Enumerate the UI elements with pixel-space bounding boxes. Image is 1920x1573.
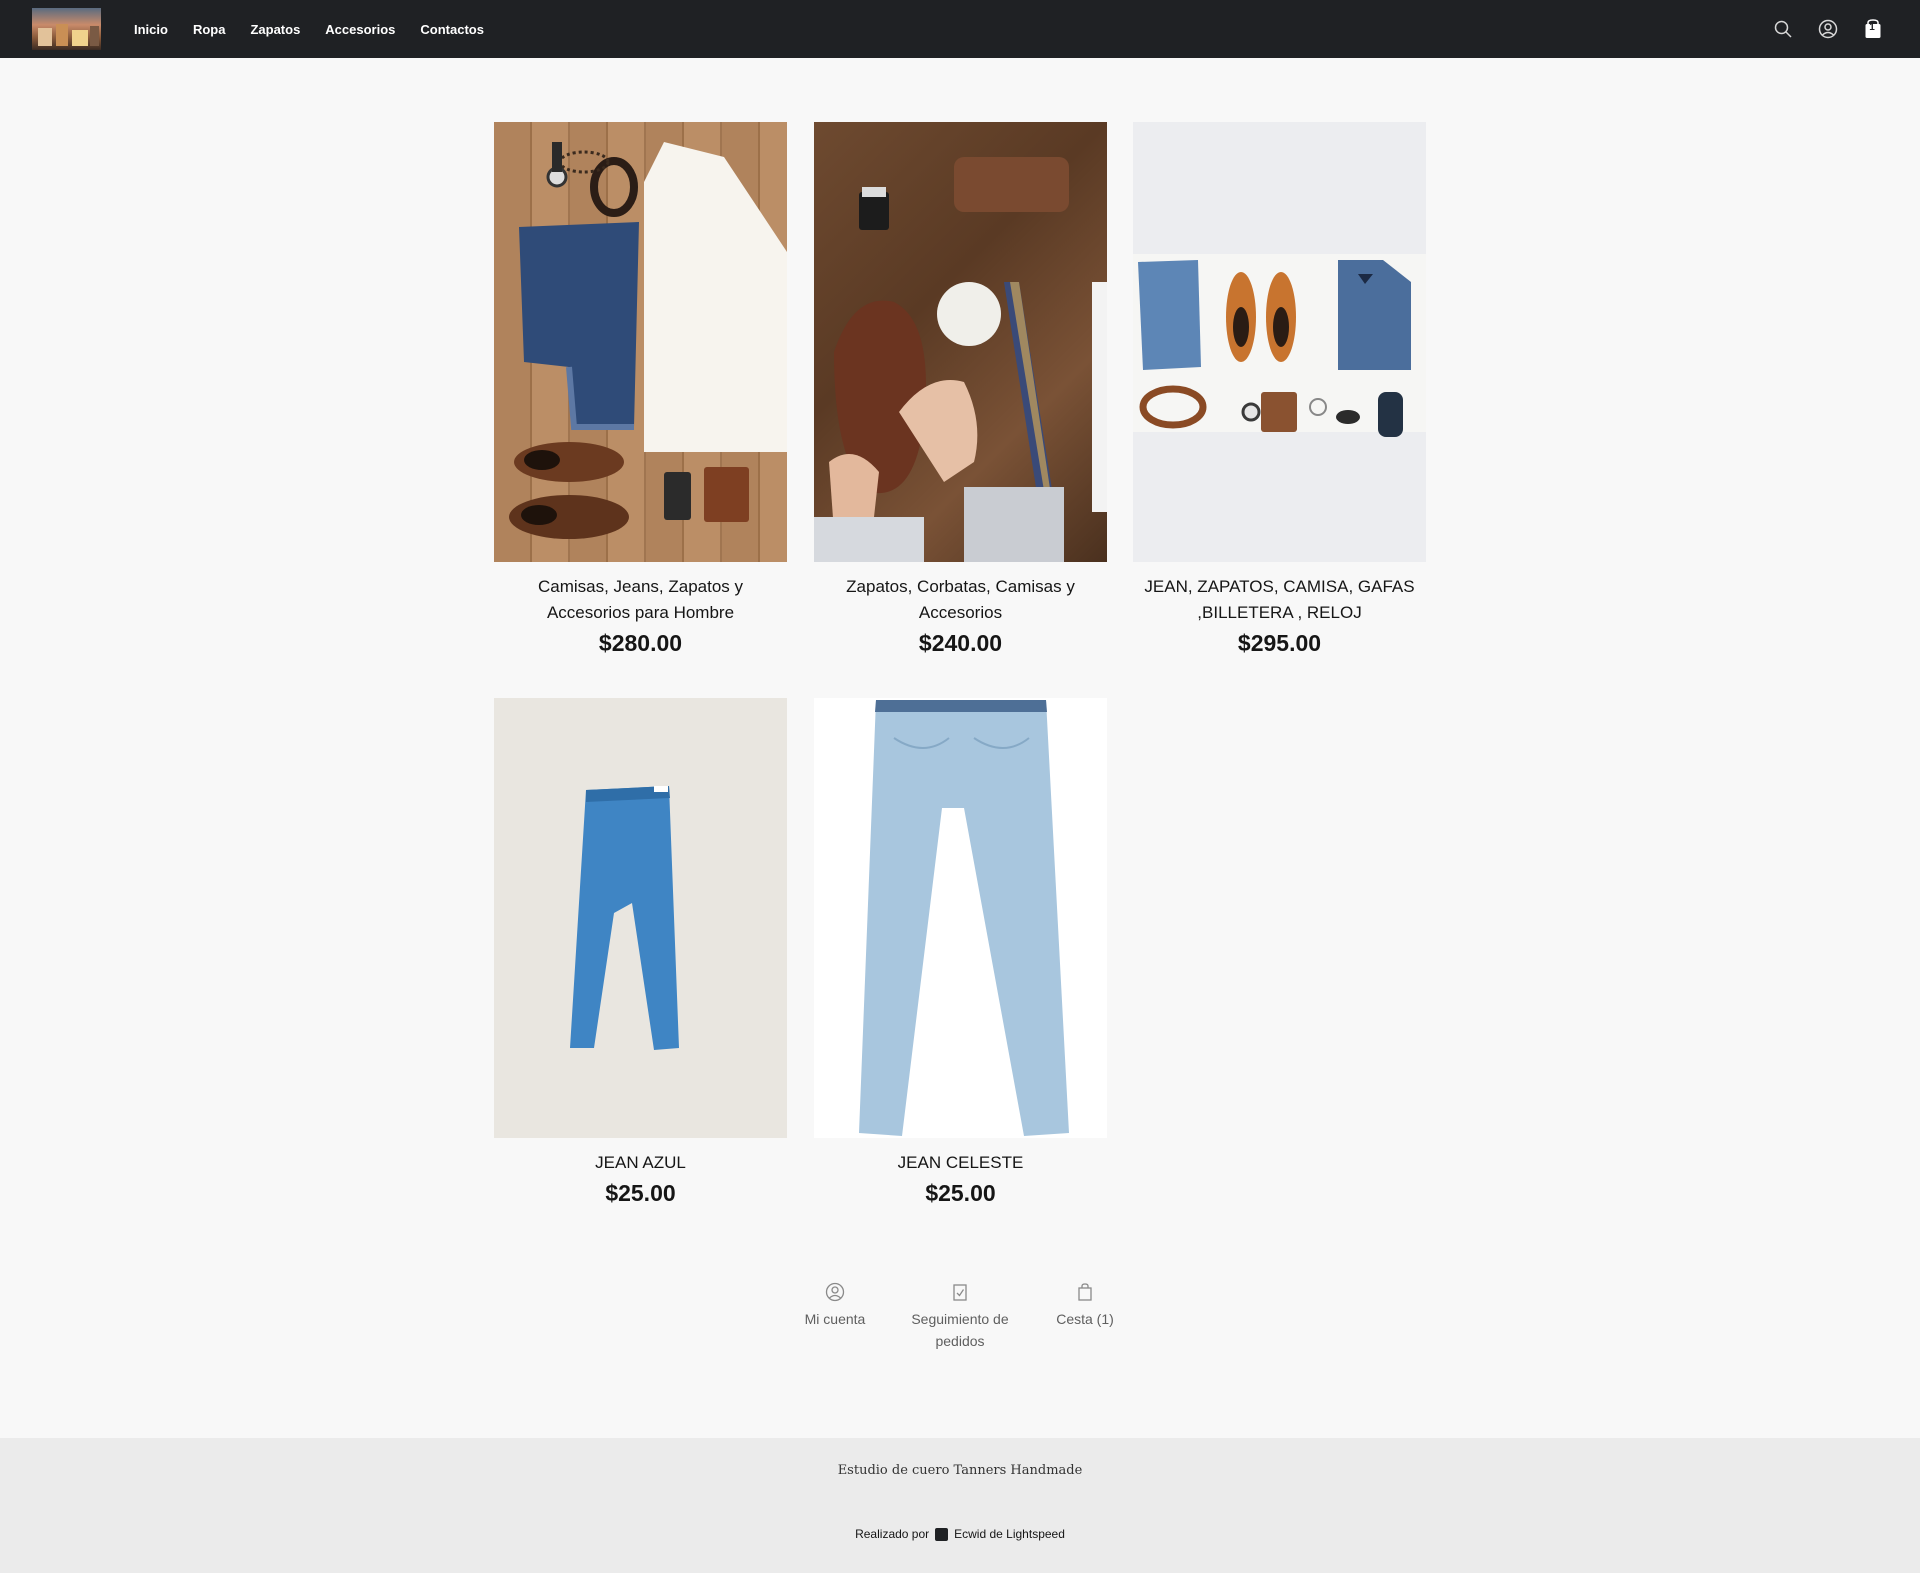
product-card-3[interactable]: JEAN, ZAPATOS, CAMISA, GAFAS ,BILLETERA … [1133, 122, 1426, 658]
cart-count-badge: 1 [1869, 22, 1875, 33]
nav-item-inicio[interactable]: Inicio [134, 22, 168, 37]
account-icon [825, 1282, 845, 1302]
product-card-1[interactable]: Camisas, Jeans, Zapatos y Accesorios par… [494, 122, 787, 658]
product-title[interactable]: JEAN AZUL [494, 1150, 787, 1176]
site-header: Inicio Ropa Zapatos Accesorios Contactos… [0, 0, 1920, 58]
product-title[interactable]: JEAN CELESTE [814, 1150, 1107, 1176]
nav-item-zapatos[interactable]: Zapatos [250, 22, 300, 37]
bag-icon [1075, 1282, 1095, 1302]
powered-prefix: Realizado por [855, 1527, 930, 1541]
product-price: $280.00 [598, 630, 683, 656]
product-title[interactable]: Camisas, Jeans, Zapatos y Accesorios par… [494, 574, 787, 626]
nav-item-contactos[interactable]: Contactos [420, 22, 484, 37]
cart-link[interactable]: Cesta (1) [1015, 1282, 1155, 1330]
product-image-5[interactable] [814, 698, 1107, 1138]
footer-link-label: Mi cuenta [804, 1311, 866, 1327]
footer-links: Mi cuenta Seguimiento de pedidos Cesta (… [0, 1282, 1920, 1362]
order-tracking-icon [950, 1282, 970, 1302]
nav-item-accesorios[interactable]: Accesorios [325, 22, 395, 37]
product-image-1[interactable] [494, 122, 787, 562]
product-card-4[interactable]: JEAN AZUL $25.00 [494, 698, 787, 1208]
order-tracking-link[interactable]: Seguimiento de pedidos [890, 1282, 1030, 1352]
main-nav: Inicio Ropa Zapatos Accesorios Contactos [134, 0, 509, 58]
site-footer: Estudio de cuero Tanners Handmade Realiz… [0, 1438, 1920, 1573]
product-card-5[interactable]: JEAN CELESTE $25.00 [814, 698, 1107, 1208]
product-price: $25.00 [605, 1180, 676, 1206]
footer-link-label: Cesta (1) [1056, 1311, 1114, 1327]
footer-link-label: Seguimiento de pedidos [911, 1311, 1009, 1349]
product-image-4[interactable] [494, 698, 787, 1138]
product-image-2[interactable] [814, 122, 1107, 562]
product-title[interactable]: JEAN, ZAPATOS, CAMISA, GAFAS ,BILLETERA … [1133, 574, 1426, 626]
powered-brand[interactable]: Ecwid de Lightspeed [954, 1527, 1065, 1541]
my-account-link[interactable]: Mi cuenta [765, 1282, 905, 1330]
product-price: $240.00 [918, 630, 1003, 656]
product-card-2[interactable]: Zapatos, Corbatas, Camisas y Accesorios … [814, 122, 1107, 658]
product-price: $295.00 [1237, 630, 1322, 656]
product-title[interactable]: Zapatos, Corbatas, Camisas y Accesorios [814, 574, 1107, 626]
ecwid-logo-icon [935, 1527, 949, 1541]
search-icon[interactable] [1772, 18, 1794, 40]
cart-icon[interactable]: 1 [1862, 18, 1884, 40]
account-icon[interactable] [1817, 18, 1839, 40]
store-logo[interactable] [32, 8, 101, 50]
product-image-3[interactable] [1133, 122, 1426, 562]
product-price: $25.00 [925, 1180, 996, 1206]
powered-by[interactable]: Realizado por Ecwid de Lightspeed [0, 1527, 1920, 1541]
header-icons: 1 [1749, 18, 1884, 40]
nav-item-ropa[interactable]: Ropa [193, 22, 226, 37]
store-name: Estudio de cuero Tanners Handmade [837, 1463, 1083, 1478]
